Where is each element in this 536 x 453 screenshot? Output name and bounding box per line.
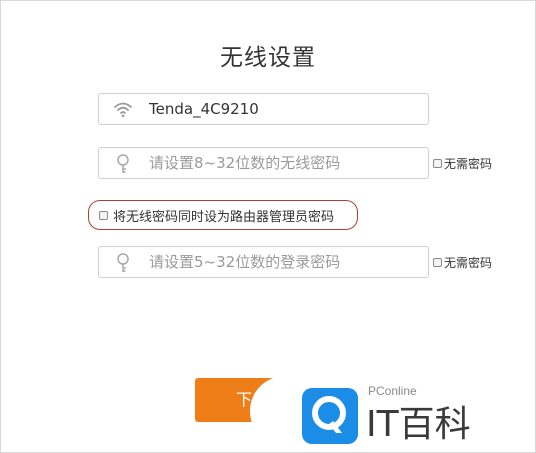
login-password-placeholder: 请设置5~32位数的登录密码: [149, 253, 341, 271]
key-icon: [113, 153, 133, 173]
watermark-search-icon: [312, 396, 346, 433]
login-no-password-checkbox[interactable]: 无需密码: [433, 254, 492, 271]
checkbox-icon[interactable]: [433, 258, 442, 267]
page-title: 无线设置: [220, 45, 316, 71]
watermark-name: IT百科: [366, 404, 471, 445]
ssid-input[interactable]: Tenda_4C9210: [98, 93, 429, 125]
wifi-password-input[interactable]: 请设置8~32位数的无线密码: [98, 147, 429, 179]
login-no-password-label: 无需密码: [444, 256, 493, 270]
wifi-no-password-checkbox[interactable]: 无需密码: [433, 155, 492, 172]
wifi-no-password-label: 无需密码: [444, 157, 493, 171]
sync-admin-password-label: 将无线密码同时设为路由器管理员密码: [113, 209, 335, 225]
key-icon: [113, 252, 133, 272]
wifi-icon: [113, 99, 133, 119]
watermark-brand: PConline: [368, 384, 417, 398]
ssid-value: Tenda_4C9210: [149, 100, 259, 118]
sync-admin-password-option[interactable]: 将无线密码同时设为路由器管理员密码: [88, 200, 358, 230]
login-password-input[interactable]: 请设置5~32位数的登录密码: [98, 246, 429, 278]
wifi-password-placeholder: 请设置8~32位数的无线密码: [149, 154, 341, 172]
checkbox-icon[interactable]: [433, 159, 442, 168]
watermark-logo: [302, 388, 358, 444]
checkbox-icon[interactable]: [99, 210, 108, 220]
